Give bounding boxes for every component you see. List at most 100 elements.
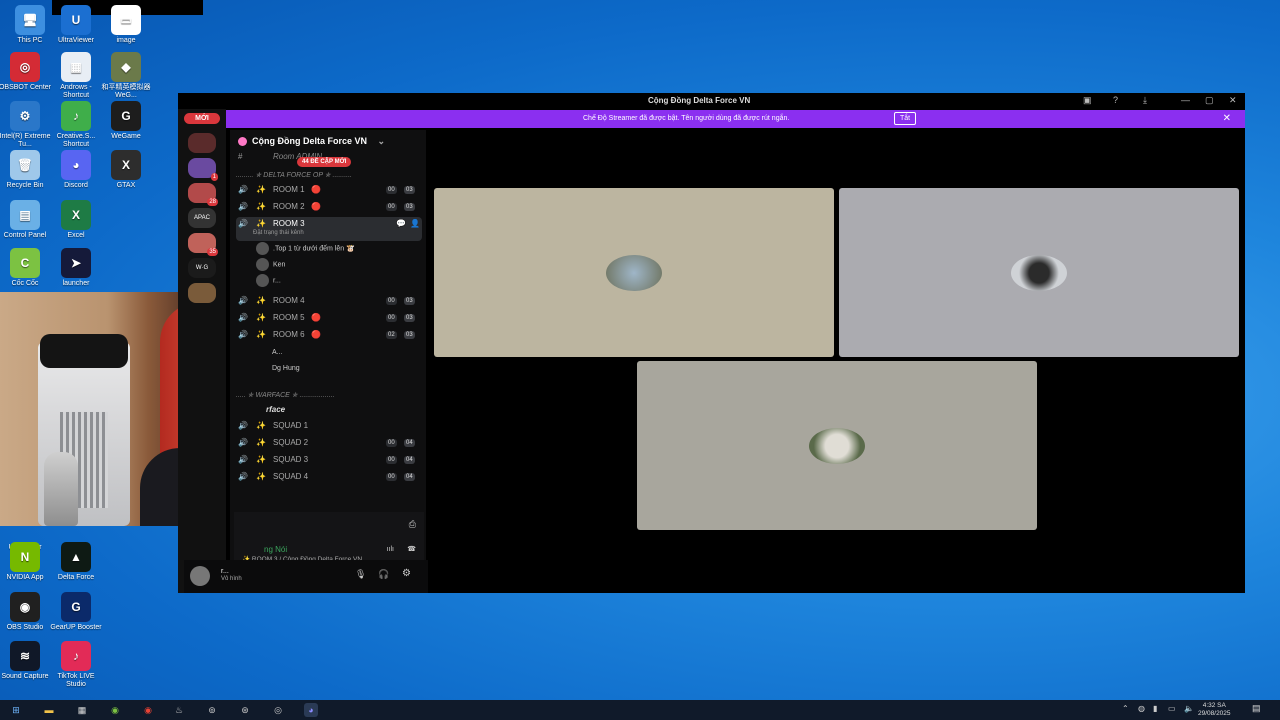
c-c-c-c-icon: C: [10, 248, 40, 278]
live-icon: 🔴: [311, 185, 321, 194]
inbox-icon[interactable]: ▣: [1083, 95, 1092, 106]
chat-icon[interactable]: 💬: [396, 217, 406, 231]
download-icon[interactable]: ⤓: [1143, 95, 1147, 106]
help-icon[interactable]: ?: [1113, 95, 1118, 105]
desktop-icon-label: TikTok LIVE Studio: [57, 673, 95, 688]
video-tile[interactable]: [637, 361, 1037, 530]
headset-icon[interactable]: 🎧: [378, 569, 389, 580]
discord-taskbar-icon[interactable]: ◕: [304, 703, 318, 717]
channel-squad-3[interactable]: 🔊 ✨ SQUAD 3 00 04: [236, 453, 422, 467]
desktop-icon-excel[interactable]: X Excel: [48, 200, 104, 240]
disconnect-icon[interactable]: ☎: [407, 545, 416, 553]
screen-share-icon[interactable]: ⎙: [409, 519, 416, 530]
voice-member[interactable]: Dg Hung: [272, 362, 300, 376]
coccoc-icon[interactable]: ◉: [108, 703, 122, 717]
desktop-icon-gearup-booster[interactable]: G GearUP Booster: [48, 592, 104, 632]
voice-member[interactable]: A...: [272, 346, 283, 360]
desktop-icon-creative-s-shortcut[interactable]: ♪ Creative.S... Shortcut: [48, 101, 104, 149]
discord-icon: ◕: [61, 150, 91, 180]
app-icon[interactable]: ⊛: [238, 703, 252, 717]
server-icon[interactable]: 28: [188, 183, 218, 206]
desktop-icon-ultraviewer[interactable]: U UltraViewer: [48, 5, 104, 45]
new-mentions-badge[interactable]: 44 ĐỀ CẬP MỚI: [297, 157, 352, 167]
tray-icon[interactable]: ◍: [1138, 704, 1145, 713]
maximize-icon[interactable]: ▢: [1205, 95, 1214, 106]
steam-icon[interactable]: ♨: [172, 703, 186, 717]
desktop-icon-delta-force[interactable]: ▲ Delta Force: [48, 542, 104, 582]
channel-room-2[interactable]: 🔊 ✨ ROOM 2 🔴 00 03: [236, 200, 422, 214]
desktop-icon-control-panel[interactable]: ▤ Control Panel: [0, 200, 53, 240]
clock[interactable]: 4:32 SA 29/08/2025: [1198, 702, 1231, 718]
avatar: [256, 242, 269, 255]
video-tile[interactable]: [434, 188, 834, 357]
chevron-up-icon[interactable]: ⌃: [1122, 704, 1129, 713]
video-tile[interactable]: [839, 188, 1239, 357]
unread-badge: 1: [210, 173, 218, 181]
store-icon[interactable]: ▦: [75, 703, 89, 717]
server-icon[interactable]: W·G: [188, 258, 216, 278]
server-name[interactable]: Cộng Đồng Delta Force VN ⌄: [238, 136, 385, 147]
desktop-icon-gtax[interactable]: X GTAX: [98, 150, 154, 190]
volume-icon[interactable]: 🔈: [1184, 704, 1194, 713]
notification-icon[interactable]: ▤: [1252, 703, 1261, 714]
microphone-icon[interactable]: 🎙: [355, 569, 366, 580]
desktop-icon-image[interactable]: ▭ image: [98, 5, 154, 45]
channel-squad-1[interactable]: 🔊 ✨ SQUAD 1: [236, 419, 422, 433]
file-explorer-icon[interactable]: ▬: [42, 703, 56, 717]
app-icon[interactable]: ⊚: [205, 703, 219, 717]
desktop-icon-label: launcher: [62, 280, 90, 287]
voice-activity-icon[interactable]: ıılı: [387, 546, 394, 553]
channel-squad-2[interactable]: 🔊 ✨ SQUAD 2 00 04: [236, 436, 422, 450]
channel-room-4[interactable]: 🔊 ✨ ROOM 4 00 03: [236, 294, 422, 308]
category-delta-force[interactable]: ......... ✯ DELTA FORCE OP ✯ ..........: [236, 171, 352, 179]
desktop-icon-c-c-c-c[interactable]: C Cốc Cốc: [0, 248, 53, 288]
desktop-icon-nvidia-app[interactable]: N NVIDIA App: [0, 542, 53, 582]
desktop-icon-obsbot-center[interactable]: ◎ OBSBOT Center: [0, 52, 53, 92]
sparkle-icon: ✨: [256, 313, 266, 322]
unread-badge: 35: [207, 248, 218, 256]
server-icon[interactable]: 35: [188, 233, 218, 256]
gear-icon[interactable]: ⚙: [402, 568, 411, 579]
new-badge[interactable]: MỚI: [184, 113, 220, 124]
desktop-icon-discord[interactable]: ◕ Discord: [48, 150, 104, 190]
desktop-icon-wegame[interactable]: G WeGame: [98, 101, 154, 141]
desktop-icon-launcher[interactable]: ➤ launcher: [48, 248, 104, 288]
voice-member[interactable]: r...: [256, 274, 281, 288]
desktop-icon-tiktok-live-studio[interactable]: ♪ TikTok LIVE Studio: [48, 641, 104, 689]
channel-status[interactable]: Đặt trạng thái kênh: [253, 230, 304, 236]
streamer-off-button[interactable]: Tắt: [894, 112, 917, 125]
desktop-icon-label: Delta Force: [57, 574, 95, 581]
server-icon[interactable]: [188, 133, 216, 153]
desktop-icon-intel-r-extreme-tu[interactable]: ⚙ Intel(R) Extreme Tu...: [0, 101, 53, 149]
channel-squad-4[interactable]: 🔊 ✨ SQUAD 4 00 04: [236, 470, 422, 484]
sparkle-icon: ✨: [256, 330, 266, 339]
desktop-icon-obs-studio[interactable]: ◉ OBS Studio: [0, 592, 53, 632]
live-icon: 🔴: [311, 202, 321, 211]
channel-room-1[interactable]: 🔊 ✨ ROOM 1 🔴 00 03: [236, 183, 422, 197]
category-warface[interactable]: ..... ✯ WARFACE ✯ ..................: [236, 391, 335, 399]
voice-member[interactable]: .Top 1 từ dưới đếm lên 🐮: [256, 242, 355, 256]
desktop-icon-weg[interactable]: ◆ 和平精英模拟器WeG...: [98, 52, 154, 100]
minimize-icon[interactable]: —: [1181, 95, 1190, 105]
server-icon[interactable]: [188, 283, 216, 303]
banner-close-icon[interactable]: ✕: [1223, 113, 1231, 124]
obs-icon[interactable]: ◎: [271, 703, 285, 717]
channel-room-5[interactable]: 🔊 ✨ ROOM 5 🔴 00 03: [236, 311, 422, 325]
desktop-icon-androws-shortcut[interactable]: ▦ Androws - Shortcut: [48, 52, 104, 100]
channel-room-6[interactable]: 🔊 ✨ ROOM 6 🔴 02 03: [236, 328, 422, 342]
chrome-icon[interactable]: ◉: [141, 703, 155, 717]
desktop-icon-label: OBS Studio: [6, 624, 44, 631]
avatar[interactable]: [190, 566, 210, 586]
desktop-icon-label: GTAX: [116, 182, 136, 189]
desktop-icon-recycle-bin[interactable]: 🗑 Recycle Bin: [0, 150, 53, 190]
desktop-icon-sound-capture[interactable]: ≋ Sound Capture: [0, 641, 53, 681]
start-icon[interactable]: ⊞: [9, 703, 23, 717]
add-user-icon[interactable]: 👤: [410, 217, 420, 231]
usb-icon[interactable]: ▮: [1153, 704, 1157, 713]
close-icon[interactable]: ✕: [1229, 95, 1237, 106]
channel-room-3-active[interactable]: 🔊 ROOM 3 ✨ 💬 👤: [236, 217, 422, 241]
network-icon[interactable]: ▭: [1168, 704, 1176, 713]
voice-member[interactable]: Ken: [256, 258, 285, 272]
server-icon[interactable]: APAC: [188, 208, 216, 228]
server-icon[interactable]: 1: [188, 158, 218, 181]
